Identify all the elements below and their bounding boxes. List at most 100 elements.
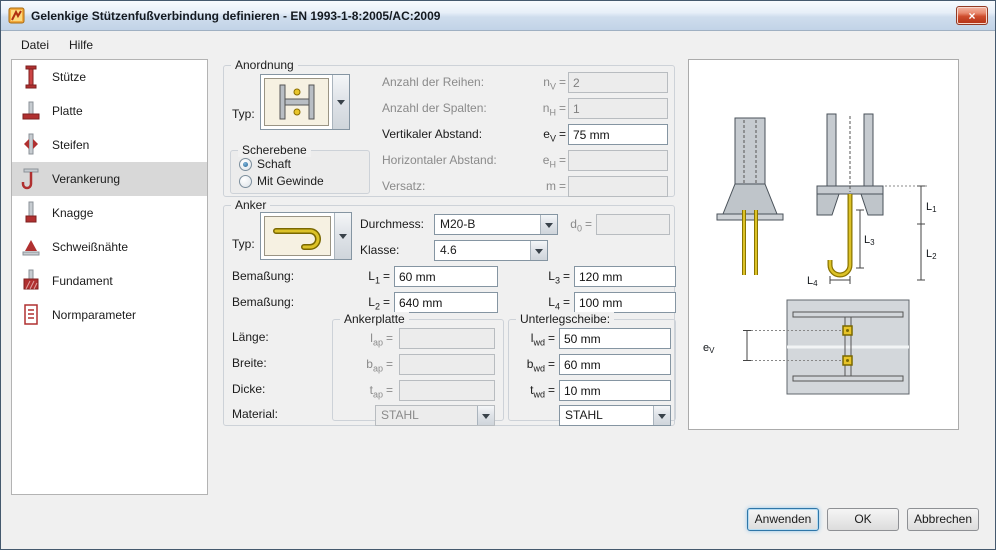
foundation-icon [21, 268, 41, 294]
L2-input[interactable] [394, 292, 498, 313]
anwenden-button[interactable]: Anwenden [747, 508, 819, 531]
sidebar-item-verankerung[interactable]: Verankerung [12, 162, 207, 196]
durchmesser-label: Durchmess: [360, 217, 425, 231]
klasse-value: 4.6 [440, 243, 457, 257]
chevron-down-icon[interactable] [530, 241, 547, 260]
sidebar-item-normparameter[interactable]: Normparameter [12, 298, 207, 332]
radio-label[interactable]: Schaft [257, 157, 291, 171]
plate-icon [21, 98, 41, 124]
column-icon [21, 64, 41, 90]
sidebar-label: Platte [52, 104, 83, 118]
vertikaler-abstand-input[interactable] [568, 124, 668, 145]
d0-input [596, 214, 670, 235]
bwd-input[interactable] [559, 354, 671, 375]
chevron-down-icon[interactable] [653, 406, 670, 425]
sidebar-label: Normparameter [52, 308, 137, 322]
chevron-down-icon[interactable] [540, 215, 557, 234]
spalten-symbol: nH = [542, 101, 566, 118]
horizontaler-abstand-input [568, 150, 668, 171]
dialog-window: Gelenkige Stützenfußverbindung definiere… [0, 0, 996, 550]
unterlegscheibe-material-value: STAHL [565, 408, 603, 422]
preview-panel: L3 L4 L1 L2 eV [688, 59, 959, 430]
preview-drawing: L3 L4 L1 L2 eV [703, 113, 937, 395]
h-profile-icon [264, 78, 329, 126]
radio-option-schaft[interactable]: Schaft [239, 157, 291, 171]
bap-input [399, 354, 495, 375]
tap-symbol: tap = [369, 383, 393, 400]
group-scherebene: Scherebene Schaft Mit Gewinde [230, 143, 370, 194]
L4-input[interactable] [574, 292, 676, 313]
menu-hilfe[interactable]: Hilfe [59, 34, 103, 56]
lap-symbol: lap = [370, 331, 393, 348]
dicke-label: Dicke: [232, 382, 266, 396]
lwd-input[interactable] [559, 328, 671, 349]
L1-input[interactable] [394, 266, 498, 287]
dim-label-L4: L4 [807, 275, 818, 288]
anker-typ-label: Typ: [232, 237, 255, 251]
versatz-input [568, 176, 668, 197]
stiffener-icon [21, 132, 41, 158]
sidebar: Stütze Platte Steifen Verankerung Knagge [11, 59, 208, 495]
radio-icon[interactable] [239, 174, 252, 188]
lwd-symbol: lwd = [530, 331, 555, 348]
bap-symbol: bap = [366, 357, 393, 374]
spalten-label: Anzahl der Spalten: [382, 101, 487, 115]
sidebar-item-stuetze[interactable]: Stütze [12, 60, 207, 94]
sidebar-label: Verankerung [52, 172, 121, 186]
twd-symbol: twd = [530, 383, 555, 400]
anordnung-typ-combobox[interactable] [260, 74, 350, 130]
vertikaler-abstand-label: Vertikaler Abstand: [382, 127, 483, 141]
L3-input[interactable] [574, 266, 676, 287]
group-scherebene-legend: Scherebene [238, 143, 311, 157]
vertikaler-abstand-symbol: eV = [543, 127, 566, 144]
durchmesser-combobox[interactable]: M20-B [434, 214, 558, 235]
bemassung1-label: Bemaßung: [232, 269, 295, 283]
group-ankerplatte-legend: Ankerplatte [340, 312, 409, 326]
sidebar-label: Knagge [52, 206, 94, 220]
ankerplatte-material-value: STAHL [381, 408, 419, 422]
sidebar-item-platte[interactable]: Platte [12, 94, 207, 128]
radio-icon[interactable] [239, 157, 252, 171]
breite-label: Breite: [232, 356, 267, 370]
group-anker: Anker Typ: Durchmess: M20-B d0 = Klasse: … [223, 198, 676, 426]
versatz-symbol: m = [545, 179, 566, 193]
group-anordnung: Anordnung Typ: Anzahl der Reihen: nV= An… [223, 58, 675, 197]
tap-input [399, 380, 495, 401]
sidebar-item-schweissnaehte[interactable]: Schweißnähte [12, 230, 207, 264]
window-title: Gelenkige Stützenfußverbindung definiere… [31, 8, 441, 23]
material-label: Material: [232, 407, 279, 421]
dim-label-L2: L2 [926, 248, 937, 261]
bwd-symbol: bwd = [526, 357, 555, 374]
lap-input [399, 328, 495, 349]
sidebar-item-knagge[interactable]: Knagge [12, 196, 207, 230]
group-ankerplatte: Ankerplatte lap = bap = tap = STAHL [332, 312, 504, 426]
twd-input[interactable] [559, 380, 671, 401]
radio-label[interactable]: Mit Gewinde [257, 174, 324, 188]
chevron-down-icon [477, 406, 494, 425]
klasse-label: Klasse: [360, 243, 400, 257]
klasse-combobox[interactable]: 4.6 [434, 240, 548, 261]
ok-button[interactable]: OK [827, 508, 899, 531]
radio-option-mit-gewinde[interactable]: Mit Gewinde [239, 174, 324, 188]
typ-label: Typ: [232, 107, 255, 121]
sidebar-item-fundament[interactable]: Fundament [12, 264, 207, 298]
sidebar-label: Fundament [52, 274, 113, 288]
reihen-label: Anzahl der Reihen: [382, 75, 485, 89]
durchmesser-value: M20-B [440, 217, 476, 231]
menu-datei[interactable]: Datei [11, 34, 59, 56]
weld-icon [21, 234, 41, 260]
sidebar-label: Schweißnähte [52, 240, 129, 254]
chevron-down-icon[interactable] [334, 213, 351, 259]
dim-label-L3: L3 [864, 234, 875, 247]
anker-typ-combobox[interactable] [260, 212, 352, 260]
horizontaler-abstand-label: Horizontaler Abstand: [382, 153, 497, 167]
cleat-icon [21, 200, 41, 226]
group-unterlegscheibe-legend: Unterlegscheibe: [516, 312, 615, 326]
sidebar-label: Steifen [52, 138, 90, 152]
unterlegscheibe-material-combobox[interactable]: STAHL [559, 405, 671, 426]
sidebar-item-steifen[interactable]: Steifen [12, 128, 207, 162]
abbrechen-button[interactable]: Abbrechen [907, 508, 979, 531]
close-button[interactable]: × [956, 6, 988, 25]
chevron-down-icon[interactable] [332, 75, 349, 129]
norm-document-icon [21, 302, 41, 328]
